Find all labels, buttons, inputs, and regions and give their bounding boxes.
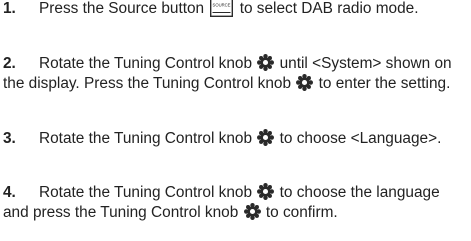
step-number: 1. [3, 0, 16, 17]
step-2: 2. Rotate the Tuning Control knob until <… [3, 54, 469, 94]
step-text: to confirm. [265, 204, 338, 221]
step-text: to choose <Language>. [279, 130, 442, 147]
instruction-steps: 1. Press the Source button SOURCE to sele… [3, 0, 469, 221]
tuning-knob-icon [244, 203, 261, 220]
step-number: 2. [3, 55, 16, 72]
step-1: 1. Press the Source button SOURCE to sele… [3, 0, 469, 19]
step-number: 3. [3, 130, 16, 147]
step-text: Rotate the Tuning Control knob [39, 55, 253, 72]
tuning-knob-icon [257, 183, 274, 200]
tuning-knob-icon [257, 129, 274, 146]
step-text: Rotate the Tuning Control knob [39, 184, 253, 201]
step-number: 4. [3, 184, 16, 201]
step-3: 3. Rotate the Tuning Control knob to choo… [3, 129, 441, 149]
step-4: 4. Rotate the Tuning Control knob to choo… [3, 183, 469, 223]
tuning-knob-icon [257, 54, 274, 71]
step-text: Press the Source button [39, 0, 205, 17]
step-text: Rotate the Tuning Control knob [39, 130, 253, 147]
step-text: to select DAB radio mode. [239, 0, 419, 17]
step-text: to enter the setting. [318, 75, 451, 92]
source-button-icon: SOURCE [210, 0, 234, 18]
tuning-knob-icon [296, 74, 313, 91]
source-button-label: SOURCE [213, 3, 231, 8]
